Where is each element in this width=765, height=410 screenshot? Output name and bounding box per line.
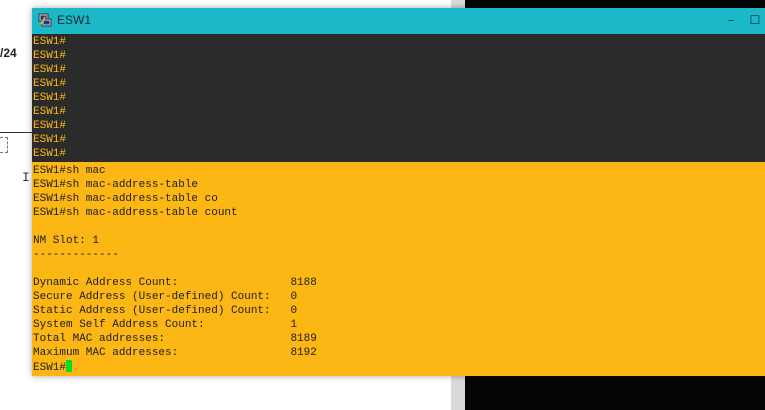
terminal-line: Static Address (User-defined) Count: 0 <box>33 305 298 317</box>
terminal-window[interactable]: ESW1 – ☐ ESW1# ESW1# ESW1# ESW1# ESW1# E… <box>32 8 765 376</box>
terminal-line: Maximum MAC addresses: 8192 <box>33 347 317 359</box>
terminal-line: ESW1#sh mac-address-table co <box>33 193 218 205</box>
terminal-line: ESW1# <box>33 148 67 160</box>
terminal-line: ESW1# <box>33 78 67 90</box>
terminal-line: System Self Address Count: 1 <box>33 319 298 331</box>
terminal-line: Dynamic Address Count: 8188 <box>33 277 317 289</box>
background-text: /24 <box>0 46 17 60</box>
terminal-prompt-line[interactable]: ESW1# <box>33 360 73 374</box>
title-bar[interactable]: ESW1 – ☐ <box>32 8 765 34</box>
terminal-line: Secure Address (User-defined) Count: 0 <box>33 291 298 303</box>
text-cursor-icon: I <box>22 170 30 185</box>
putty-terminal-icon <box>38 13 52 27</box>
terminal-line: Total MAC addresses: 8189 <box>33 333 317 345</box>
background-selection-box <box>0 137 8 153</box>
terminal-line: ------------- <box>33 249 119 261</box>
terminal-line: ESW1# <box>33 92 67 104</box>
terminal-line: NM Slot: 1 <box>33 235 100 247</box>
terminal-line: ESW1# <box>33 106 67 118</box>
window-title: ESW1 <box>57 13 92 27</box>
terminal-line: ESW1# <box>33 120 67 132</box>
minimize-button[interactable]: – <box>722 11 740 29</box>
maximize-button[interactable]: ☐ <box>746 11 764 29</box>
terminal-line: ESW1# <box>33 50 67 62</box>
terminal-cursor <box>66 360 73 372</box>
terminal-prompt: ESW1# <box>33 362 67 374</box>
terminal-output[interactable]: ESW1# ESW1# ESW1# ESW1# ESW1# ESW1# ESW1… <box>32 34 765 376</box>
background-divider <box>0 132 34 133</box>
terminal-line: ESW1#sh mac-address-table count <box>33 207 238 219</box>
terminal-history: ESW1# ESW1# ESW1# ESW1# ESW1# ESW1# ESW1… <box>32 34 765 162</box>
terminal-line: ESW1#sh mac <box>33 165 106 177</box>
terminal-line: ESW1#sh mac-address-table <box>33 179 199 191</box>
terminal-line: ESW1# <box>33 64 67 76</box>
terminal-selection: ESW1#sh mac ESW1#sh mac-address-table ES… <box>32 162 765 376</box>
terminal-line: ESW1# <box>33 36 67 48</box>
terminal-line: ESW1# <box>33 134 67 146</box>
